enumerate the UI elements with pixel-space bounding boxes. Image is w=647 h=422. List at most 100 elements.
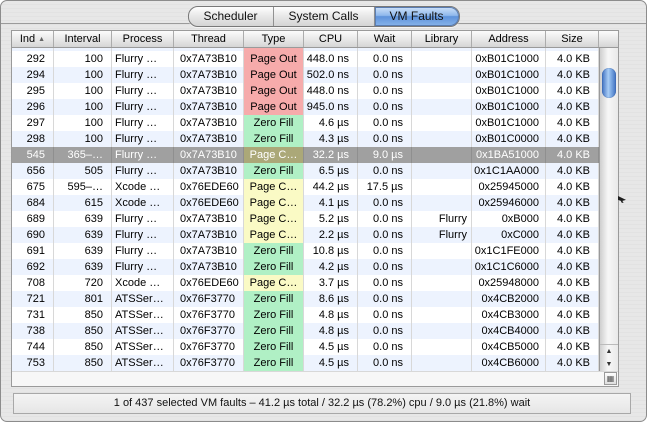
cell-ind: 675 (12, 179, 54, 195)
cell-library: Flurry (412, 227, 472, 243)
cell-cpu: 2.2 µs (304, 227, 358, 243)
cell-process: Flurry … (112, 99, 174, 115)
cell-address: 0x25946000 (472, 195, 546, 211)
cell-interval: 639 (54, 243, 112, 259)
cell-process: Flurry … (112, 163, 174, 179)
table-row[interactable]: 297100Flurry …0x7A73B10Zero Fill4.6 µs0.… (12, 115, 599, 131)
cell-type: Page C… (244, 227, 304, 243)
cell-size: 4.0 KB (546, 99, 599, 115)
cell-address: 0x4CB5000 (472, 339, 546, 355)
cell-thread: 0x7A73B10 (174, 163, 244, 179)
cell-ind: 721 (12, 291, 54, 307)
cell-process: Flurry … (112, 243, 174, 259)
table-row[interactable]: 731850ATSSer…0x76F3770Zero Fill4.8 µs0.0… (12, 307, 599, 323)
cell-cpu: 5.2 µs (304, 211, 358, 227)
cell-cpu: 4.2 µs (304, 259, 358, 275)
table-row[interactable]: 296100Flurry …0x7A73B10Page Out945.0 ns0… (12, 99, 599, 115)
cell-thread: 0x76EDE60 (174, 179, 244, 195)
cell-cpu: 448.0 ns (304, 51, 358, 67)
table-row[interactable]: 721801ATSSer…0x76F3770Zero Fill8.6 µs0.0… (12, 291, 599, 307)
column-header-interval[interactable]: Interval (54, 31, 112, 47)
cell-library (412, 115, 472, 131)
table-row[interactable]: 690639Flurry …0x7A73B10Page C…2.2 µs0.0 … (12, 227, 599, 243)
cell-wait: 0.0 ns (358, 163, 412, 179)
table-row[interactable]: 295100Flurry …0x7A73B10Page Out448.0 ns0… (12, 83, 599, 99)
cell-address: 0xB01C1000 (472, 67, 546, 83)
cell-thread: 0x76EDE60 (174, 195, 244, 211)
cell-cpu: 4.3 µs (304, 131, 358, 147)
cell-process: Flurry … (112, 147, 174, 163)
cell-thread: 0x7A73B10 (174, 227, 244, 243)
cell-type: Zero Fill (244, 163, 304, 179)
cell-type: Page Out (244, 67, 304, 83)
table-row[interactable]: 675595–…Xcode …0x76EDE60Page C…44.2 µs17… (12, 179, 599, 195)
cell-size: 4.0 KB (546, 243, 599, 259)
cell-wait: 0.0 ns (358, 115, 412, 131)
cell-process: Xcode … (112, 179, 174, 195)
cell-thread: 0x7A73B10 (174, 211, 244, 227)
cell-ind: 744 (12, 339, 54, 355)
cell-interval: 850 (54, 339, 112, 355)
cell-address: 0x4CB3000 (472, 307, 546, 323)
scrollbar-thumb[interactable] (602, 68, 616, 98)
cell-thread: 0x7A73B10 (174, 99, 244, 115)
table-row-selected[interactable]: 545365–…Flurry …0x7A73B10Page C…32.2 µs9… (12, 147, 599, 163)
table-row[interactable]: 738850ATSSer…0x76F3770Zero Fill4.8 µs0.0… (12, 323, 599, 339)
cell-cpu: 448.0 ns (304, 83, 358, 99)
cell-process: Flurry … (112, 131, 174, 147)
column-header-library[interactable]: Library (412, 31, 472, 47)
cell-size: 4.0 KB (546, 115, 599, 131)
column-grid-button[interactable]: ▦ (604, 372, 617, 385)
table-row[interactable]: 292100Flurry …0x7A73B10Page Out448.0 ns0… (12, 51, 599, 67)
cell-library (412, 307, 472, 323)
column-header-ind[interactable]: Ind▲ (12, 31, 54, 47)
scrollbar-buttons: ▲ ▼ (600, 344, 618, 371)
tab-scheduler[interactable]: Scheduler (188, 7, 273, 26)
vertical-scrollbar[interactable]: ▲ ▼ (599, 48, 618, 371)
column-header-process[interactable]: Process (112, 31, 174, 47)
tab-vm-faults[interactable]: VM Faults (375, 7, 459, 26)
column-header-type[interactable]: Type (244, 31, 304, 47)
cell-ind: 692 (12, 259, 54, 275)
tab-system-calls[interactable]: System Calls (274, 7, 375, 26)
cell-type: Page Out (244, 83, 304, 99)
column-header-size[interactable]: Size (546, 31, 599, 47)
table-row[interactable]: 298100Flurry …0x7A73B10Zero Fill4.3 µs0.… (12, 131, 599, 147)
cell-type: Page Out (244, 99, 304, 115)
cell-wait: 0.0 ns (358, 195, 412, 211)
status-bar: 1 of 437 selected VM faults – 41.2 µs to… (13, 393, 631, 414)
cell-wait: 0.0 ns (358, 355, 412, 371)
table-row[interactable]: 753850ATSSer…0x76F3770Zero Fill4.5 µs0.0… (12, 355, 599, 371)
cell-size: 4.0 KB (546, 147, 599, 163)
cell-wait: 0.0 ns (358, 131, 412, 147)
cell-wait: 0.0 ns (358, 67, 412, 83)
table-row[interactable]: 689639Flurry …0x7A73B10Page C…5.2 µs0.0 … (12, 211, 599, 227)
cell-wait: 0.0 ns (358, 51, 412, 67)
cell-cpu: 32.2 µs (304, 147, 358, 163)
scroll-down-button[interactable]: ▼ (600, 358, 618, 371)
cell-ind: 656 (12, 163, 54, 179)
column-header-cpu[interactable]: CPU (304, 31, 358, 47)
column-header-wait[interactable]: Wait (358, 31, 412, 47)
cell-process: Xcode … (112, 195, 174, 211)
cell-process: ATSSer… (112, 291, 174, 307)
cell-interval: 639 (54, 227, 112, 243)
table-row[interactable]: 294100Flurry …0x7A73B10Page Out502.0 ns0… (12, 67, 599, 83)
cell-size: 4.0 KB (546, 275, 599, 291)
cell-wait: 0.0 ns (358, 291, 412, 307)
column-header-thread[interactable]: Thread (174, 31, 244, 47)
column-label: Library (425, 33, 459, 45)
cell-thread: 0x7A73B10 (174, 243, 244, 259)
cell-ind: 708 (12, 275, 54, 291)
cell-size: 4.0 KB (546, 307, 599, 323)
table-row[interactable]: 656505Flurry …0x7A73B10Zero Fill6.5 µs0.… (12, 163, 599, 179)
table-row[interactable]: 692639Flurry …0x7A73B10Zero Fill4.2 µs0.… (12, 259, 599, 275)
cell-ind: 296 (12, 99, 54, 115)
table-row[interactable]: 744850ATSSer…0x76F3770Zero Fill4.5 µs0.0… (12, 339, 599, 355)
cell-size: 4.0 KB (546, 51, 599, 67)
table-row[interactable]: 691639Flurry …0x7A73B10Zero Fill10.8 µs0… (12, 243, 599, 259)
table-row[interactable]: 708720Xcode …0x76EDE60Page C…3.7 µs0.0 n… (12, 275, 599, 291)
table-row[interactable]: 684615Xcode …0x76EDE60Page C…4.1 µs0.0 n… (12, 195, 599, 211)
scroll-up-button[interactable]: ▲ (600, 345, 618, 358)
column-header-address[interactable]: Address (472, 31, 546, 47)
